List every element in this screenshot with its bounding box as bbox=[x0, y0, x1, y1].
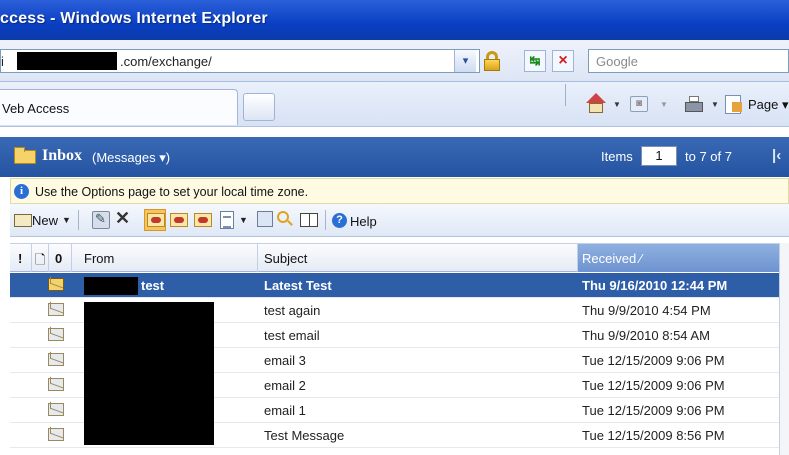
message-received: Tue 12/15/2009 8:56 PM bbox=[582, 428, 725, 443]
new-dropdown-icon[interactable]: ▼ bbox=[62, 215, 71, 225]
from-header-label: From bbox=[84, 251, 115, 266]
lock-body bbox=[484, 59, 500, 71]
info-message[interactable]: Use the Options page to set your local t… bbox=[35, 185, 308, 199]
new-message-icon[interactable] bbox=[13, 209, 32, 231]
message-received: Tue 12/15/2009 9:06 PM bbox=[582, 403, 725, 418]
search-placeholder: Google bbox=[596, 54, 638, 69]
feeds-dropdown-icon[interactable]: ▼ bbox=[660, 100, 668, 109]
reply-all-icon[interactable] bbox=[170, 213, 188, 227]
redacted-senders bbox=[84, 302, 214, 445]
message-toolbar: New ▼ ✕ ▼ ? Help bbox=[10, 204, 789, 237]
address-prefix: i bbox=[1, 54, 4, 69]
address-book-open-icon[interactable] bbox=[300, 213, 318, 227]
address-field[interactable]: i .com/exchange/ ▾ bbox=[0, 49, 480, 73]
home-icon[interactable] bbox=[585, 93, 607, 115]
message-received: Tue 12/15/2009 9:06 PM bbox=[582, 378, 725, 393]
home-dropdown-icon[interactable]: ▼ bbox=[613, 100, 621, 109]
item-type-header-label: 🗋 bbox=[35, 252, 46, 267]
window-title: ccess - Windows Internet Explorer bbox=[0, 10, 268, 27]
column-subject[interactable]: Subject bbox=[258, 244, 578, 272]
help-icon[interactable]: ? bbox=[332, 213, 347, 228]
tab-web-access[interactable]: Veb Access bbox=[0, 89, 238, 125]
message-subject: email 1 bbox=[264, 403, 306, 418]
message-subject: test email bbox=[264, 328, 320, 343]
folder-icon bbox=[14, 147, 36, 164]
page-icon[interactable] bbox=[725, 95, 742, 114]
message-subject: Latest Test bbox=[264, 278, 332, 293]
home-roof bbox=[586, 93, 606, 103]
list-scrollbar[interactable] bbox=[779, 243, 789, 455]
print-icon[interactable] bbox=[684, 96, 704, 114]
address-url-text: .com/exchange/ bbox=[120, 54, 212, 69]
message-subject: email 3 bbox=[264, 353, 306, 368]
message-row[interactable]: test Latest Test Thu 9/16/2010 12:44 PM bbox=[10, 273, 789, 298]
message-received: Thu 9/16/2010 12:44 PM bbox=[582, 278, 728, 293]
redacted-sender bbox=[84, 277, 138, 295]
find-icon[interactable] bbox=[277, 211, 289, 223]
toolbar-separator bbox=[325, 210, 326, 230]
address-dropdown-button[interactable]: ▾ bbox=[454, 50, 476, 72]
column-attachment[interactable]: 0 bbox=[49, 244, 72, 272]
page-number-input[interactable]: 1 bbox=[641, 146, 677, 166]
search-input[interactable]: Google bbox=[588, 49, 789, 73]
tab-label: Veb Access bbox=[2, 101, 70, 116]
column-item-type[interactable]: 🗋 bbox=[32, 244, 49, 272]
command-bar-separator bbox=[565, 84, 566, 106]
info-icon: i bbox=[14, 184, 29, 199]
page-menu-label[interactable]: Page ▾ bbox=[748, 97, 789, 113]
address-book-icon[interactable] bbox=[257, 211, 273, 227]
print-dropdown-icon[interactable]: ▼ bbox=[711, 100, 719, 109]
envelope-read-icon bbox=[48, 428, 64, 441]
reply-envelope-icon bbox=[147, 213, 165, 227]
new-tab-button[interactable] bbox=[243, 93, 275, 121]
home-house bbox=[589, 103, 603, 113]
delete-icon[interactable]: ✕ bbox=[115, 208, 133, 228]
toolbar-separator bbox=[78, 210, 79, 230]
column-received[interactable]: Received ⁄ bbox=[578, 244, 789, 272]
message-subject: test again bbox=[264, 303, 321, 318]
message-received: Tue 12/15/2009 9:06 PM bbox=[582, 353, 725, 368]
info-bar: i Use the Options page to set your local… bbox=[10, 178, 789, 204]
folder-title: Inbox bbox=[42, 147, 83, 164]
envelope-read-icon bbox=[48, 378, 64, 391]
tab-bar: Veb Access bbox=[0, 82, 789, 127]
feeds-icon[interactable]: ◙ bbox=[630, 96, 648, 112]
address-toolbar: i .com/exchange/ ▾ ↹ × Google bbox=[0, 40, 789, 82]
reading-pane-dropdown-icon[interactable]: ▼ bbox=[239, 215, 248, 225]
window-title-bar: ccess - Windows Internet Explorer bbox=[0, 0, 789, 40]
column-importance[interactable]: ! bbox=[10, 244, 32, 272]
owa-folder-header: Inbox (Messages ▾) Items 1 to 7 of 7 |‹ bbox=[0, 137, 789, 177]
security-lock-icon[interactable] bbox=[481, 49, 503, 73]
attachment-header-label: 0 bbox=[55, 251, 63, 266]
received-header-label: Received ⁄ bbox=[582, 251, 642, 266]
new-button[interactable]: New bbox=[32, 213, 58, 228]
forward-icon[interactable] bbox=[194, 213, 212, 227]
items-range: to 7 of 7 bbox=[685, 149, 732, 164]
message-from: test bbox=[141, 278, 165, 293]
column-from[interactable]: From bbox=[72, 244, 258, 272]
print-body bbox=[685, 102, 703, 112]
message-received: Thu 9/9/2010 4:54 PM bbox=[582, 303, 711, 318]
importance-header-label: ! bbox=[18, 251, 23, 266]
refresh-icon[interactable]: ↹ bbox=[524, 50, 546, 72]
stop-icon[interactable]: × bbox=[552, 50, 574, 72]
envelope-unread-icon bbox=[48, 278, 64, 291]
reading-pane-icon[interactable] bbox=[220, 211, 234, 229]
view-selector[interactable]: (Messages ▾) bbox=[92, 150, 170, 166]
envelope-read-icon bbox=[48, 303, 64, 316]
items-label: Items bbox=[601, 149, 633, 164]
subject-header-label: Subject bbox=[264, 251, 308, 266]
column-header-row: ! 🗋 0 From Subject Received ⁄ bbox=[10, 243, 789, 272]
message-received: Thu 9/9/2010 8:54 AM bbox=[582, 328, 710, 343]
redacted-domain bbox=[17, 52, 117, 70]
move-to-folder-icon[interactable] bbox=[92, 211, 110, 229]
message-subject: Test Message bbox=[264, 428, 345, 443]
help-button[interactable]: Help bbox=[350, 214, 377, 229]
envelope-read-icon bbox=[48, 328, 64, 341]
envelope-read-icon bbox=[48, 403, 64, 416]
message-subject: email 2 bbox=[264, 378, 306, 393]
first-page-icon[interactable]: |‹ bbox=[772, 147, 781, 164]
envelope-read-icon bbox=[48, 353, 64, 366]
